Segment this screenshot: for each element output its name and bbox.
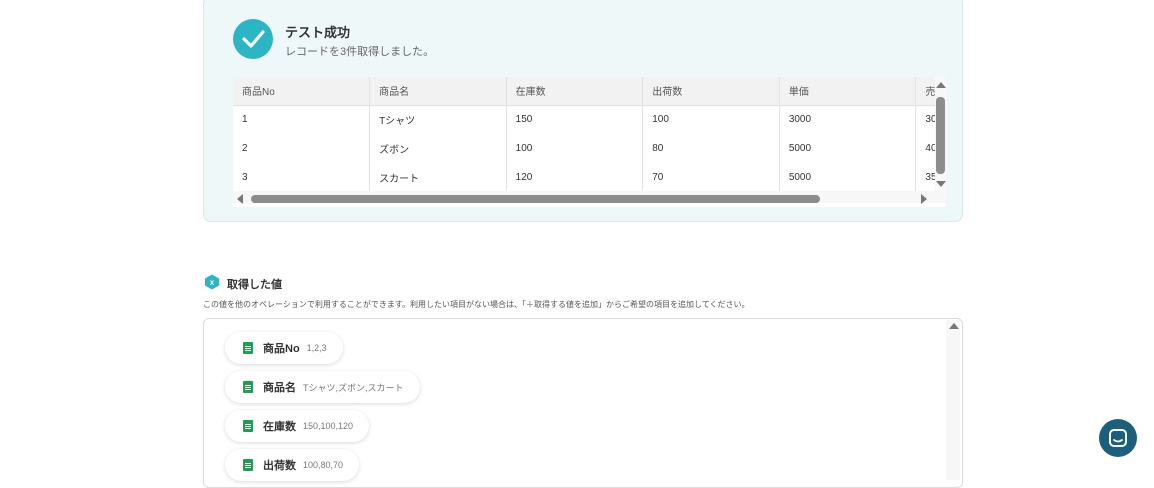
table-cell: スカート <box>369 163 507 192</box>
table-cell: ズボン <box>369 134 507 163</box>
column-header: 在庫数 <box>506 77 644 106</box>
table-horizontal-scroll-thumb[interactable] <box>251 195 820 203</box>
value-chip-stock[interactable]: 在庫数 150,100,120 <box>225 410 370 442</box>
check-icon <box>233 19 273 59</box>
chat-icon <box>1109 429 1127 447</box>
chat-button[interactable] <box>1099 419 1137 457</box>
svg-text:x: x <box>210 278 215 287</box>
table-cell: 3000 <box>779 105 917 134</box>
table-cell: 2 <box>233 134 371 163</box>
value-chip-label: 商品No <box>263 343 300 355</box>
section-title: 取得した値 <box>227 279 282 291</box>
table-cell: 100 <box>642 105 780 134</box>
spreadsheet-icon <box>243 381 253 393</box>
value-chip-product-name[interactable]: 商品名 Tシャツ,ズボン,スカート <box>225 371 420 403</box>
value-chip-product-no[interactable]: 商品No 1,2,3 <box>225 332 343 364</box>
table-cell: Tシャツ <box>369 105 507 134</box>
table-cell: 150 <box>506 105 644 134</box>
table-vertical-scroll-thumb[interactable] <box>936 97 945 174</box>
table-cell: 3 <box>233 163 371 192</box>
column-header: 商品No <box>233 77 371 106</box>
result-table-container: 商品No 商品名 在庫数 出荷数 単価 売 1 Tシャツ 150 100 300… <box>233 77 946 207</box>
value-chip-value: 100,80,70 <box>303 460 344 470</box>
table-row: 3 スカート 120 70 5000 35 <box>233 163 946 192</box>
section-description: この値を他のオペレーションで利用することができます。利用したい項目がない場合は、… <box>203 300 750 309</box>
value-chip-label: 出荷数 <box>263 460 296 472</box>
scroll-down-arrow-icon[interactable] <box>936 181 946 187</box>
scroll-up-arrow-icon[interactable] <box>949 323 959 329</box>
variable-icon: x <box>204 274 220 290</box>
values-vertical-scrollbar[interactable] <box>946 320 960 480</box>
value-chip-label: 在庫数 <box>263 421 296 433</box>
table-cell: 5000 <box>779 163 917 192</box>
table-row: 2 ズボン 100 80 5000 40 <box>233 134 946 163</box>
scroll-left-arrow-icon[interactable] <box>237 194 243 204</box>
test-result-subtitle: レコードを3件取得しました。 <box>285 46 435 58</box>
spreadsheet-icon <box>243 342 253 354</box>
result-table: 商品No 商品名 在庫数 出荷数 単価 売 1 Tシャツ 150 100 300… <box>233 77 946 192</box>
table-cell: 120 <box>506 163 644 192</box>
table-cell: 100 <box>506 134 644 163</box>
table-cell: 70 <box>642 163 780 192</box>
value-chip-value: 1,2,3 <box>306 343 327 353</box>
scroll-right-arrow-icon[interactable] <box>921 194 927 204</box>
column-header: 商品名 <box>369 77 507 106</box>
value-chip-value: 150,100,120 <box>303 421 354 431</box>
table-header-row: 商品No 商品名 在庫数 出荷数 単価 売 <box>233 77 946 106</box>
table-row: 1 Tシャツ 150 100 3000 30 <box>233 105 946 134</box>
value-chip-value: Tシャツ,ズボン,スカート <box>303 382 404 393</box>
table-cell: 1 <box>233 105 371 134</box>
table-cell: 80 <box>642 134 780 163</box>
column-header: 出荷数 <box>642 77 780 106</box>
test-result-title: テスト成功 <box>285 25 351 40</box>
value-chip-label: 商品名 <box>263 382 296 394</box>
value-chip-shipped[interactable]: 出荷数 100,80,70 <box>225 449 360 481</box>
spreadsheet-icon <box>243 420 253 432</box>
scroll-up-arrow-icon[interactable] <box>936 82 946 88</box>
spreadsheet-icon <box>243 459 253 471</box>
test-result-panel: テスト成功 レコードを3件取得しました。 商品No 商品名 在庫数 出荷数 単価… <box>203 0 963 222</box>
column-header: 単価 <box>779 77 917 106</box>
table-cell: 5000 <box>779 134 917 163</box>
